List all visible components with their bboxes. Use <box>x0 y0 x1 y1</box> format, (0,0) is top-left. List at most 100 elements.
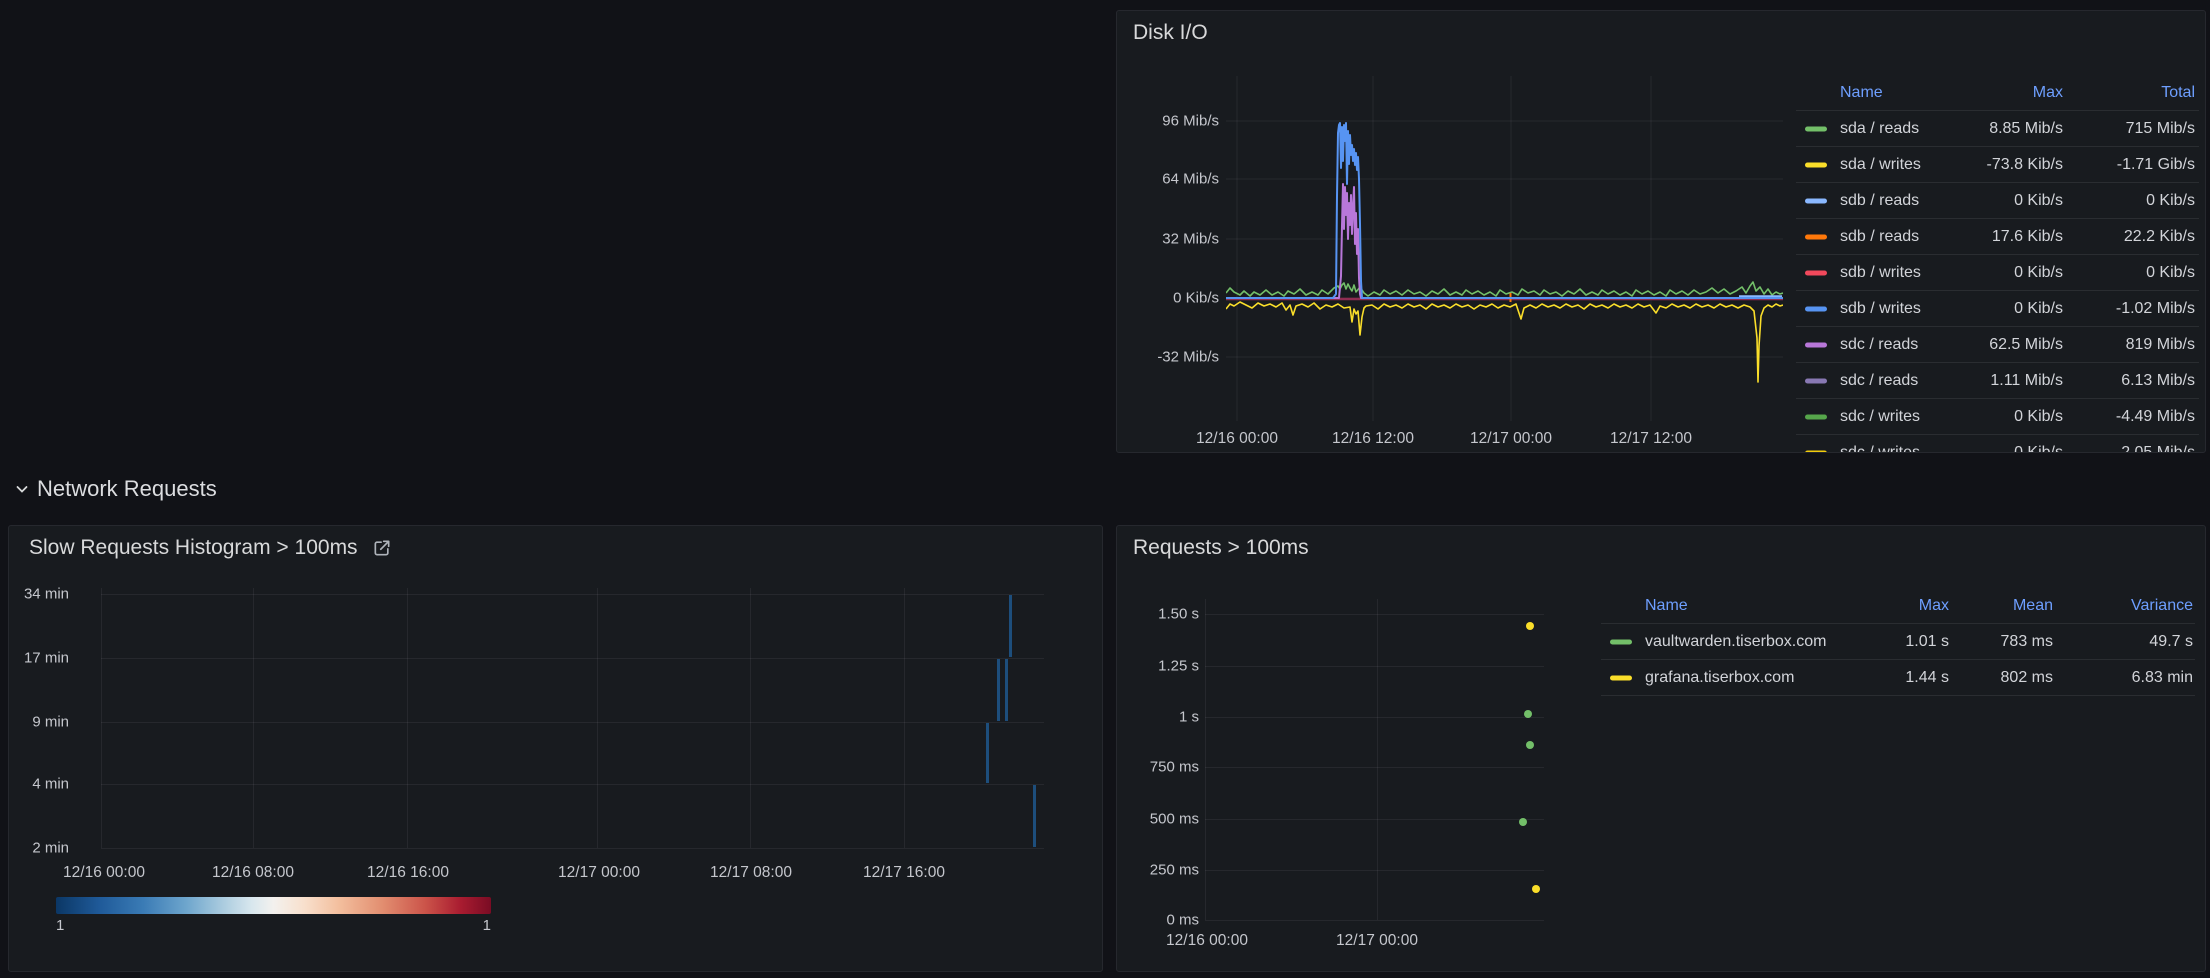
series-swatch <box>1805 234 1827 239</box>
series-read-burst <box>1226 123 1783 298</box>
legend-series-name[interactable]: sdc / writes <box>1840 444 1920 454</box>
legend-total-value: -1.71 Gib/s <box>2117 156 2195 174</box>
legend-total-value: -2.05 Mib/s <box>2116 444 2195 454</box>
legend-series-name[interactable]: sdc / reads <box>1840 336 1918 354</box>
legend-max-value: 0 Kib/s <box>2014 408 2063 426</box>
x-axis-label: 12/17 00:00 <box>1470 430 1552 448</box>
disk-io-panel: Disk I/O 96 Mib/s 64 Mib/s 32 Mib/s 0 Ki… <box>1116 10 2206 453</box>
y-axis-label: -32 Mib/s <box>1129 349 1219 366</box>
series-sdc-reads <box>1226 184 1783 298</box>
x-axis-label: 12/17 00:00 <box>558 864 640 882</box>
scatter-point[interactable] <box>1526 622 1534 630</box>
legend-row: sdb / reads 17.6 Kib/s 22.2 Kib/s <box>1796 218 2199 254</box>
scatter-point[interactable] <box>1532 885 1540 893</box>
legend-max-value: 1.44 s <box>1905 669 1949 687</box>
heatmap-cell[interactable] <box>986 723 989 783</box>
series-swatch <box>1805 162 1827 167</box>
color-scale-max: 1 <box>429 917 491 934</box>
legend-series-name[interactable]: sda / reads <box>1840 120 1919 138</box>
heatmap-cell[interactable] <box>1033 785 1036 847</box>
x-axis-label: 12/17 12:00 <box>1610 430 1692 448</box>
y-axis-label: 96 Mib/s <box>1129 113 1219 130</box>
legend-variance-value: 49.7 s <box>2149 633 2193 651</box>
x-axis-label: 12/16 16:00 <box>367 864 449 882</box>
legend-row: vaultwarden.tiserbox.com 1.01 s 783 ms 4… <box>1601 623 2195 659</box>
legend-series-name[interactable]: sdb / reads <box>1840 228 1919 246</box>
legend-total-value: 0 Kib/s <box>2146 192 2195 210</box>
legend-header-variance[interactable]: Variance <box>2131 597 2193 615</box>
slow-requests-histogram-panel: Slow Requests Histogram > 100ms 34 min 1… <box>8 525 1103 972</box>
legend-row: sdc / reads 1.11 Mib/s 6.13 Mib/s <box>1796 362 2199 398</box>
legend-row: sda / reads 8.85 Mib/s 715 Mib/s <box>1796 110 2199 146</box>
legend-row: sdb / writes 0 Kib/s 0 Kib/s <box>1796 254 2199 290</box>
legend-total-value: 715 Mib/s <box>2126 120 2195 138</box>
legend-mean-value: 802 ms <box>2001 669 2053 687</box>
legend-row: sdc / writes 0 Kib/s -2.05 Mib/s <box>1796 434 2199 453</box>
series-swatch <box>1610 675 1632 680</box>
legend-max-value: 8.85 Mib/s <box>1989 120 2063 138</box>
scatter-point[interactable] <box>1526 741 1534 749</box>
x-axis-label: 12/16 12:00 <box>1332 430 1414 448</box>
x-axis-label: 12/16 08:00 <box>212 864 294 882</box>
legend-series-name[interactable]: sda / writes <box>1840 156 1921 174</box>
legend-max-value: 0 Kib/s <box>2014 300 2063 318</box>
heatmap-cell[interactable] <box>1009 595 1012 657</box>
legend-series-name[interactable]: sdb / writes <box>1840 300 1921 318</box>
chevron-down-icon <box>14 481 30 497</box>
series-swatch <box>1805 450 1827 453</box>
row-header-label: Network Requests <box>37 476 217 502</box>
legend-max-value: 1.11 Mib/s <box>1990 372 2063 390</box>
series-swatch <box>1610 639 1632 644</box>
series-swatch <box>1805 414 1827 419</box>
legend-max-value: 0 Kib/s <box>2014 444 2063 454</box>
legend-series-name[interactable]: sdb / writes <box>1840 264 1921 282</box>
requests-legend-table: Name Max Mean Variance vaultwarden.tiser… <box>1601 588 2195 696</box>
series-sda-writes <box>1226 302 1783 382</box>
legend-max-value: 1.01 s <box>1905 633 1949 651</box>
legend-total-value: 819 Mib/s <box>2126 336 2195 354</box>
legend-header-row: Name Max Total <box>1796 75 2199 110</box>
grid <box>1226 76 1783 421</box>
legend-max-value: 0 Kib/s <box>2014 264 2063 282</box>
series-swatch <box>1805 270 1827 275</box>
y-axis-label: 0 Kib/s <box>1129 290 1219 307</box>
x-axis-label: 12/17 16:00 <box>863 864 945 882</box>
scatter-point[interactable] <box>1519 818 1527 826</box>
legend-header-name[interactable]: Name <box>1840 84 1883 102</box>
legend-max-value: 62.5 Mib/s <box>1989 336 2063 354</box>
scatter-point[interactable] <box>1524 710 1532 718</box>
legend-row: sdb / writes 0 Kib/s -1.02 Mib/s <box>1796 290 2199 326</box>
legend-row: sdc / writes 0 Kib/s -4.49 Mib/s <box>1796 398 2199 434</box>
legend-max-value: 17.6 Kib/s <box>1992 228 2063 246</box>
x-axis-label: 12/17 00:00 <box>1336 932 1418 950</box>
legend-row: grafana.tiserbox.com 1.44 s 802 ms 6.83 … <box>1601 659 2195 696</box>
x-axis-label: 12/16 00:00 <box>63 864 145 882</box>
x-axis-label: 12/16 00:00 <box>1196 430 1278 448</box>
x-axis-label: 12/16 00:00 <box>1166 932 1248 950</box>
legend-series-name[interactable]: sdc / reads <box>1840 372 1918 390</box>
legend-mean-value: 783 ms <box>2001 633 2053 651</box>
legend-header-mean[interactable]: Mean <box>2013 597 2053 615</box>
legend-header-total[interactable]: Total <box>2161 84 2195 102</box>
legend-series-name[interactable]: sdc / writes <box>1840 408 1920 426</box>
series-sda-reads <box>1226 282 1783 296</box>
legend-header-name[interactable]: Name <box>1645 597 1688 615</box>
legend-total-value: 6.13 Mib/s <box>2121 372 2195 390</box>
disk-io-chart[interactable] <box>1226 76 1783 421</box>
heatmap-cell[interactable] <box>997 659 1000 721</box>
row-header-network-requests[interactable]: Network Requests <box>14 476 217 502</box>
legend-series-name[interactable]: sdb / reads <box>1840 192 1919 210</box>
panel-title[interactable]: Disk I/O <box>1133 21 1208 45</box>
series-swatch <box>1805 378 1827 383</box>
series-swatch <box>1805 198 1827 203</box>
legend-series-name[interactable]: vaultwarden.tiserbox.com <box>1645 633 1826 651</box>
heatmap-cell[interactable] <box>1005 659 1008 721</box>
y-axis-label: 32 Mib/s <box>1129 231 1219 248</box>
legend-total-value: -1.02 Mib/s <box>2116 300 2195 318</box>
legend-series-name[interactable]: grafana.tiserbox.com <box>1645 669 1794 687</box>
legend-row: sdb / reads 0 Kib/s 0 Kib/s <box>1796 182 2199 218</box>
legend-header-max[interactable]: Max <box>2033 84 2063 102</box>
legend-row: sdc / reads 62.5 Mib/s 819 Mib/s <box>1796 326 2199 362</box>
heatmap-color-scale <box>56 897 491 914</box>
legend-header-max[interactable]: Max <box>1919 597 1949 615</box>
